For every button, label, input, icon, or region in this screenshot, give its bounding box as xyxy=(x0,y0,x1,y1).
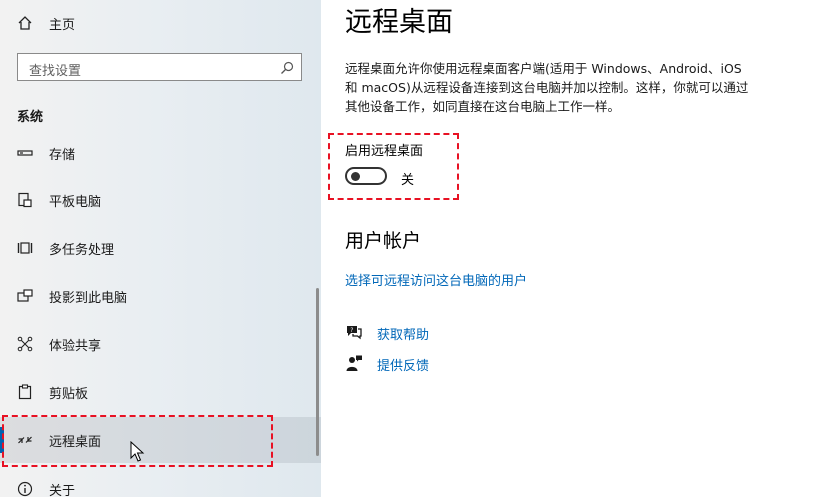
nav-home-label: 主页 xyxy=(49,17,76,33)
svg-text:?: ? xyxy=(350,327,353,334)
description-line: 其他设备工作，如同直接在这台电脑上工作一样。 xyxy=(345,99,621,114)
sidebar-item-projecting[interactable]: 投影到此电脑 xyxy=(0,273,321,319)
nav-home[interactable]: 主页 xyxy=(0,0,321,46)
shared-experiences-icon xyxy=(16,335,34,353)
sidebar-item-label: 投影到此电脑 xyxy=(49,290,128,306)
sidebar-item-label: 多任务处理 xyxy=(49,242,115,258)
sidebar-item-multitasking[interactable]: 多任务处理 xyxy=(0,225,321,271)
feedback-icon xyxy=(345,354,363,372)
sidebar-item-about[interactable]: 关于 xyxy=(0,466,321,497)
help-chat-icon: ? xyxy=(345,323,363,341)
user-accounts-heading: 用户帐户 xyxy=(345,230,422,252)
sidebar-item-tablet[interactable]: 平板电脑 xyxy=(0,177,321,223)
description-line: 和 macOS)从远程设备连接到这台电脑并加以控制。这样，你就可以通过 xyxy=(345,80,749,95)
description: 远程桌面允许你使用远程桌面客户端(适用于 Windows、Android、iOS… xyxy=(345,59,805,116)
search-input[interactable]: 查找设置 xyxy=(17,53,302,81)
multitasking-icon xyxy=(16,239,34,257)
description-line: 远程桌面允许你使用远程桌面客户端(适用于 Windows、Android、iOS xyxy=(345,61,742,76)
sidebar-item-label: 存储 xyxy=(49,147,76,163)
info-icon xyxy=(16,480,34,497)
sidebar-item-label: 平板电脑 xyxy=(49,194,102,210)
search-placeholder: 查找设置 xyxy=(29,64,82,79)
sidebar-item-storage[interactable]: 存储 xyxy=(0,130,321,176)
get-help-link[interactable]: 获取帮助 xyxy=(377,324,429,343)
sidebar-item-shared-experiences[interactable]: 体验共享 xyxy=(0,321,321,367)
mouse-cursor-icon xyxy=(130,440,146,467)
sidebar: 主页 查找设置 系统 存储 平板电脑 多任务处理 投影到此电脑 体验共享 剪贴板… xyxy=(0,0,321,497)
main-content: 远程桌面 远程桌面允许你使用远程桌面客户端(适用于 Windows、Androi… xyxy=(321,0,839,497)
home-icon xyxy=(16,14,34,32)
page-title: 远程桌面 xyxy=(345,7,453,38)
sidebar-item-label: 体验共享 xyxy=(49,338,102,354)
sidebar-scrollbar[interactable] xyxy=(316,288,319,456)
tablet-icon xyxy=(16,191,34,209)
storage-icon xyxy=(16,144,34,162)
feedback-link[interactable]: 提供反馈 xyxy=(377,355,429,374)
sidebar-item-label: 关于 xyxy=(49,483,76,497)
sidebar-item-label: 剪贴板 xyxy=(49,386,89,402)
clipboard-icon xyxy=(16,383,34,401)
select-users-link[interactable]: 选择可远程访问这台电脑的用户 xyxy=(345,270,527,289)
projecting-icon xyxy=(16,287,34,305)
sidebar-item-clipboard[interactable]: 剪贴板 xyxy=(0,369,321,415)
section-title: 系统 xyxy=(17,110,44,125)
search-icon xyxy=(280,60,294,79)
highlight-box-toggle xyxy=(328,133,459,200)
